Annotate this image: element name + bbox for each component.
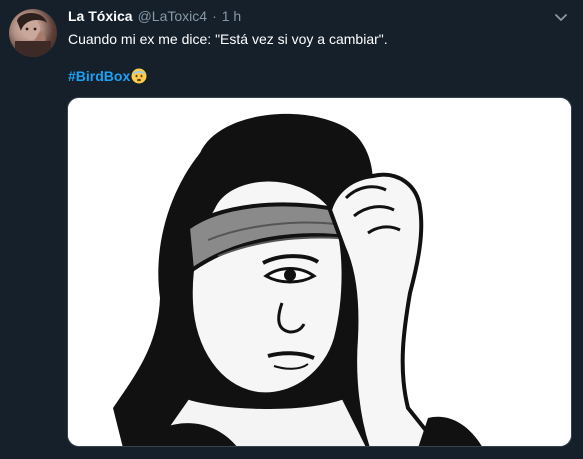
hashtag-link[interactable]: #BirdBox — [68, 68, 130, 84]
tweet-text: Cuando mi ex me dice: "Está vez si voy a… — [68, 31, 388, 47]
fearful-face-emoji-icon — [131, 68, 147, 84]
avatar[interactable] — [9, 9, 57, 57]
separator-dot: · — [212, 8, 217, 24]
user-handle[interactable]: @LaToxic4 — [138, 8, 207, 24]
chevron-down-icon — [555, 14, 567, 21]
tweet-header: La Tóxica @LaToxic4 · 1 h — [68, 8, 241, 28]
tweet-menu-button[interactable] — [551, 8, 571, 28]
tweet-media-image[interactable] — [67, 97, 572, 447]
display-name[interactable]: La Tóxica — [68, 8, 133, 24]
timestamp[interactable]: 1 h — [222, 8, 241, 24]
hashtag-line: #BirdBox — [68, 67, 147, 85]
meme-illustration — [68, 98, 571, 446]
tweet-card[interactable]: La Tóxica @LaToxic4 · 1 h Cuando mi ex m… — [0, 0, 583, 459]
avatar-image — [15, 13, 51, 57]
